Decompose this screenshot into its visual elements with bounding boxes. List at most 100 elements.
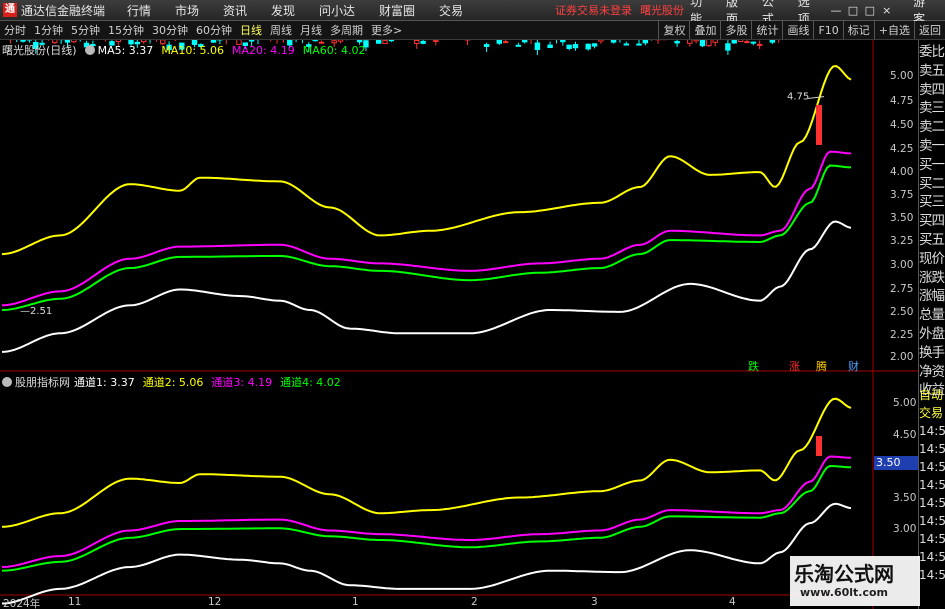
axis-label: 3.00	[890, 259, 914, 271]
candle-body	[585, 43, 591, 50]
menu-ask[interactable]: 问小达	[307, 2, 367, 19]
tool-add-watchlist[interactable]: +自选	[873, 21, 914, 39]
menu-wealth[interactable]: 财富圈	[367, 2, 427, 19]
restore-icon[interactable]: □	[844, 4, 861, 17]
tool-adjust[interactable]: 复权	[658, 21, 689, 39]
candle-body	[496, 40, 503, 44]
candle-body	[731, 40, 737, 44]
candle-body	[756, 43, 763, 46]
period-weekly[interactable]: 周线	[266, 22, 296, 38]
period-daily[interactable]: 日线	[236, 22, 266, 38]
candle-body	[642, 40, 649, 44]
tool-stats[interactable]: 统计	[751, 21, 782, 39]
menu-market[interactable]: 市场	[163, 2, 211, 19]
trade-time: 14:56	[919, 478, 945, 492]
candle-body	[636, 43, 642, 46]
tool-mark[interactable]: 标记	[842, 21, 874, 39]
candle-body	[816, 436, 822, 456]
axis-label: 4.50	[890, 119, 914, 131]
candle-body	[737, 40, 744, 43]
candle-body	[515, 44, 522, 47]
period-30min[interactable]: 30分钟	[148, 22, 192, 38]
period-1min[interactable]: 1分钟	[30, 22, 67, 38]
trade-list: 自动交易 14:56 14:56 14:56 14:56 14:56 14:56 14:56 1…	[919, 386, 945, 584]
maximize-icon[interactable]: □	[861, 4, 878, 17]
tool-draw[interactable]: 画线	[782, 21, 813, 39]
trade-time: 14:56	[919, 460, 945, 474]
app-logo-icon: 通	[3, 3, 17, 17]
candle-body	[693, 40, 699, 42]
date-label: 3	[591, 596, 598, 608]
period-5min[interactable]: 5分钟	[67, 22, 104, 38]
quote-label: 买三	[919, 194, 945, 211]
axis-label: 3.50	[893, 492, 917, 504]
tool-f10[interactable]: F10	[813, 21, 842, 39]
chart-tools: 复权 叠加 多股 统计 画线 F10 标记 +自选 返回	[658, 21, 945, 39]
menu-news[interactable]: 资讯	[211, 2, 259, 19]
candle-body	[382, 40, 388, 45]
quote-label: 委比	[919, 44, 945, 60]
candle-body	[744, 41, 750, 44]
tool-back[interactable]: 返回	[914, 21, 945, 39]
quote-label: 涨跌	[919, 269, 945, 286]
period-toolbar: 分时 1分钟 5分钟 15分钟 30分钟 60分钟 日线 周线 月线 多周期 更…	[0, 21, 945, 40]
legend-channel4: 通道4: 4.02	[280, 376, 341, 389]
quote-label: 卖四	[919, 81, 945, 98]
event-mark: 跌	[748, 359, 759, 373]
quote-labels: 委比 卖五 卖四 卖三 卖二 卖一 买一 买二 买三 买四 买五 现价 涨跌 涨幅 总量 外盘 换手 净资 收益	[919, 40, 945, 400]
candle-body	[687, 40, 693, 44]
axis-label: 4.00	[890, 166, 914, 178]
current-price-tag: 3.50	[874, 456, 918, 470]
candle-body	[725, 43, 731, 51]
menu-quotes[interactable]: 行情	[115, 2, 163, 19]
candle-body	[534, 42, 541, 50]
menu-discover[interactable]: 发现	[259, 2, 307, 19]
candle-body	[414, 40, 420, 44]
candle-body	[420, 40, 426, 44]
login-notice[interactable]: 证券交易未登录	[555, 2, 632, 18]
quote-label: 卖五	[919, 62, 945, 79]
title-bar: 通 通达信金融终端 行情 市场 资讯 发现 问小达 财富圈 交易 证券交易未登录…	[0, 0, 945, 26]
legend-ma5: MA5: 3.37	[97, 43, 154, 57]
period-monthly[interactable]: 月线	[296, 22, 326, 38]
axis-label: 5.00	[893, 397, 917, 409]
tool-overlay[interactable]: 叠加	[689, 21, 720, 39]
axis-label: 4.50	[893, 429, 917, 441]
period-tick[interactable]: 分时	[0, 22, 30, 38]
quote-label: 净资	[919, 363, 945, 380]
settings-icon[interactable]	[84, 45, 95, 55]
trade-time: 14:56	[919, 514, 945, 528]
axis-label: 3.50	[890, 212, 914, 224]
period-multi[interactable]: 多周期	[326, 22, 367, 38]
event-mark: 涨	[789, 360, 800, 373]
period-more[interactable]: 更多>	[367, 22, 406, 38]
date-label: 4	[729, 596, 736, 608]
candle-body	[522, 40, 528, 43]
indicator-settings-icon[interactable]	[2, 377, 12, 387]
main-chart-title: 曙光股份(日线)	[2, 44, 77, 57]
axis-label: 5.00	[890, 70, 914, 82]
tool-multi-stock[interactable]: 多股	[720, 21, 751, 39]
axis-label: 3.75	[890, 189, 914, 201]
date-label: 11	[68, 596, 82, 608]
auto-trade-label[interactable]: 交易	[919, 404, 945, 422]
candle-body	[706, 40, 712, 47]
candle-body	[483, 44, 490, 47]
axis-label: 2.75	[890, 283, 914, 295]
date-label: 2024年	[3, 598, 41, 609]
menu-trade[interactable]: 交易	[427, 2, 475, 19]
period-15min[interactable]: 15分钟	[104, 22, 148, 38]
close-icon[interactable]: ×	[878, 4, 895, 17]
candle-body	[502, 41, 509, 44]
candle-body	[433, 40, 439, 42]
legend-ma20: MA20: 4.19	[232, 43, 295, 57]
minimize-icon[interactable]: —	[828, 4, 845, 17]
period-60min[interactable]: 60分钟	[192, 22, 236, 38]
legend-ma60: MA60: 4.02	[302, 43, 366, 57]
axis-label: 4.75	[890, 95, 914, 107]
candle-body	[816, 104, 822, 145]
kline-chart[interactable]: 4.75 —2.51 跌 涨 腾 财	[0, 40, 918, 609]
candle-body	[547, 44, 553, 49]
auto-trade-label[interactable]: 自动	[919, 386, 945, 404]
trade-time: 14:56	[919, 532, 945, 546]
